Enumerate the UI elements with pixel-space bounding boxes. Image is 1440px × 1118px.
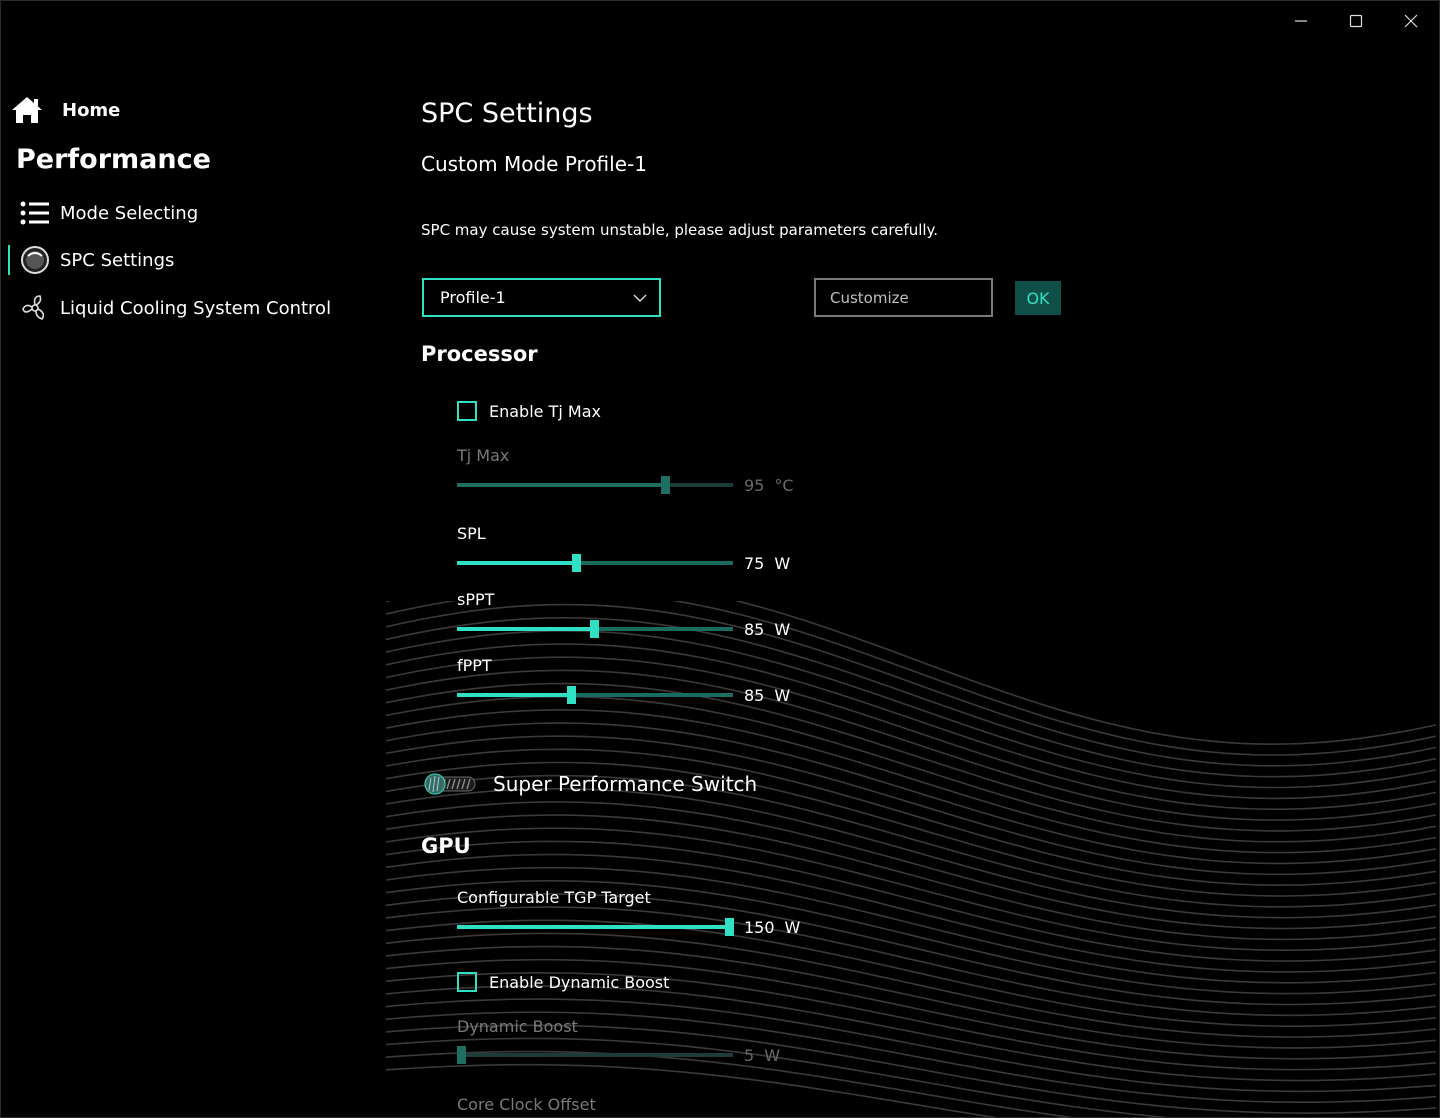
- sidebar-item-label: SPC Settings: [60, 249, 175, 271]
- minimize-button[interactable]: [1278, 7, 1324, 35]
- list-icon: [19, 197, 51, 229]
- tj-max-label: Tj Max: [457, 446, 510, 465]
- dynamic-boost-label: Dynamic Boost: [457, 1017, 578, 1036]
- gpu-heading: GPU: [421, 834, 471, 858]
- dynamic-boost-slider[interactable]: [457, 1046, 733, 1064]
- minimize-icon: [1295, 20, 1307, 22]
- tgp-value: 150 W: [744, 918, 800, 937]
- sppt-label: sPPT: [457, 590, 495, 609]
- fan-icon: [19, 292, 51, 324]
- fppt-value: 85 W: [744, 686, 790, 705]
- warning-text: SPC may cause system unstable, please ad…: [421, 221, 939, 239]
- tgp-slider[interactable]: [457, 918, 734, 936]
- tgp-unit: W: [784, 918, 801, 937]
- fppt-slider[interactable]: [457, 686, 733, 704]
- home-icon: [12, 97, 42, 123]
- slider-track: [457, 1053, 733, 1057]
- toggle-switch-icon[interactable]: [423, 771, 477, 797]
- maximize-button[interactable]: [1333, 7, 1379, 35]
- spl-value: 75 W: [744, 554, 790, 573]
- profile-dropdown-value: Profile-1: [440, 288, 506, 307]
- sidebar-section-title: Performance: [16, 144, 211, 175]
- dynamic-boost-unit: W: [764, 1046, 781, 1065]
- processor-heading: Processor: [421, 342, 538, 366]
- page-subtitle: Custom Mode Profile-1: [421, 152, 647, 176]
- enable-dynamic-boost-row[interactable]: Enable Dynamic Boost: [457, 972, 669, 992]
- sidebar-item-spc-settings[interactable]: SPC Settings: [19, 244, 174, 276]
- dynamic-boost-number: 5: [744, 1046, 755, 1065]
- fppt-label: fPPT: [457, 656, 492, 675]
- slider-fill: [457, 693, 571, 697]
- tj-max-slider[interactable]: [457, 476, 733, 494]
- dynamic-boost-value: 5W: [744, 1046, 780, 1065]
- enable-dynamic-boost-label: Enable Dynamic Boost: [489, 972, 670, 992]
- slider-fill: [457, 483, 665, 487]
- page-title: SPC Settings: [421, 98, 593, 129]
- slider-thumb[interactable]: [590, 620, 599, 638]
- slider-thumb[interactable]: [725, 918, 734, 936]
- spl-number: 75: [744, 554, 765, 573]
- sidebar-item-mode-selecting[interactable]: Mode Selecting: [19, 197, 198, 229]
- super-performance-row[interactable]: Super Performance Switch: [423, 771, 757, 797]
- slider-fill: [457, 627, 594, 631]
- home-label: Home: [62, 99, 121, 121]
- enable-tj-max-row[interactable]: Enable Tj Max: [457, 401, 601, 421]
- tj-max-number: 95: [744, 476, 765, 495]
- slider-thumb[interactable]: [661, 476, 670, 494]
- spl-unit: W: [774, 554, 791, 573]
- tj-max-value: 95 °C: [744, 476, 794, 495]
- tgp-label: Configurable TGP Target: [457, 888, 651, 907]
- slider-thumb[interactable]: [572, 554, 581, 572]
- sidebar-item-liquid-cooling[interactable]: Liquid Cooling System Control: [19, 292, 331, 324]
- ok-button[interactable]: OK: [1015, 281, 1061, 315]
- sppt-unit: W: [774, 620, 791, 639]
- tj-max-unit: °C: [774, 476, 794, 495]
- spl-label: SPL: [457, 524, 486, 543]
- sidebar-item-label: Mode Selecting: [60, 202, 199, 224]
- close-button[interactable]: [1388, 7, 1434, 35]
- gauge-icon: [19, 244, 51, 276]
- enable-tj-max-checkbox[interactable]: [457, 401, 477, 421]
- fppt-number: 85: [744, 686, 765, 705]
- spl-slider[interactable]: [457, 554, 733, 572]
- customize-input[interactable]: [828, 287, 982, 308]
- maximize-icon: [1349, 14, 1363, 28]
- sppt-number: 85: [744, 620, 765, 639]
- enable-dynamic-boost-checkbox[interactable]: [457, 972, 477, 992]
- selected-nav-indicator: [8, 245, 10, 275]
- chevron-down-icon: [633, 294, 647, 302]
- customize-field[interactable]: [814, 278, 993, 317]
- enable-tj-max-label: Enable Tj Max: [489, 401, 601, 421]
- slider-fill: [457, 561, 576, 565]
- slider-thumb[interactable]: [567, 686, 576, 704]
- background-waves: [386, 601, 1437, 1117]
- slider-thumb[interactable]: [457, 1046, 466, 1064]
- sidebar-item-label: Liquid Cooling System Control: [60, 297, 332, 319]
- super-performance-label: Super Performance Switch: [493, 772, 758, 796]
- core-clock-offset-label: Core Clock Offset: [457, 1095, 596, 1114]
- tgp-number: 150: [744, 918, 775, 937]
- sppt-slider[interactable]: [457, 620, 733, 638]
- fppt-unit: W: [774, 686, 791, 705]
- home-nav-item[interactable]: Home: [10, 95, 120, 125]
- slider-fill: [457, 925, 729, 929]
- app-window: Home Performance Mode Selecting SPC Sett…: [0, 0, 1440, 1118]
- profile-dropdown[interactable]: Profile-1: [422, 278, 661, 317]
- sppt-value: 85 W: [744, 620, 790, 639]
- close-icon: [1404, 14, 1418, 28]
